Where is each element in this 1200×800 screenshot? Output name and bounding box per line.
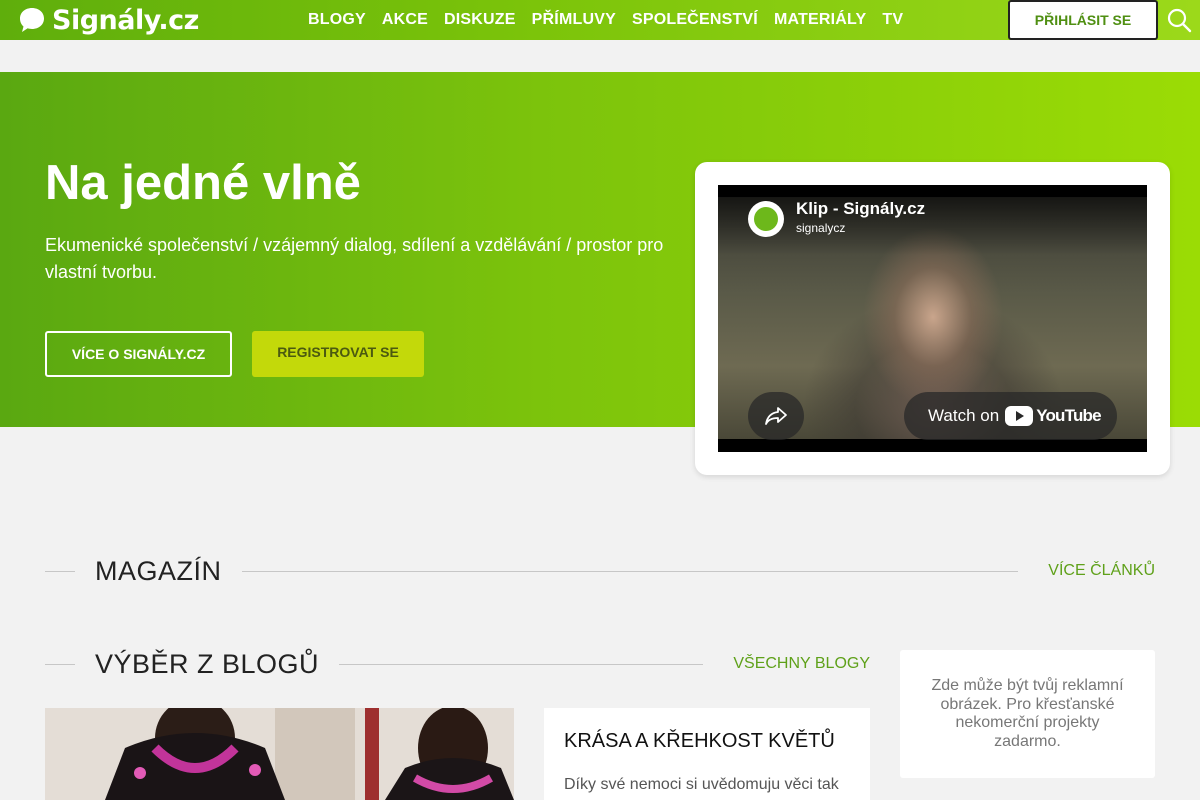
site-logo[interactable]: Signály.cz — [18, 3, 199, 37]
nav-diskuze[interactable]: DISKUZE — [436, 11, 524, 29]
top-navbar: Signály.cz BLOGY AKCE DISKUZE PŘÍMLUVY S… — [0, 0, 1200, 40]
blogs-title: VÝBĚR Z BLOGŮ — [95, 648, 320, 679]
about-button[interactable]: VÍCE O SIGNÁLY.CZ — [45, 331, 232, 377]
blog-image[interactable] — [45, 708, 514, 800]
watch-on-youtube-button[interactable]: Watch on YouTube — [904, 392, 1117, 440]
blog-card-title[interactable]: KRÁSA A KŘEHKOST KVĚTŮ — [564, 730, 835, 753]
video-channel[interactable]: signalycz — [796, 221, 845, 235]
blog-card[interactable]: KRÁSA A KŘEHKOST KVĚTŮ Díky své nemoci s… — [544, 708, 870, 800]
hero-subtitle: Ekumenické společenství / vzájemný dialo… — [45, 235, 664, 282]
ad-text: Zde může být tvůj reklamní obrázek. Pro … — [931, 677, 1124, 750]
divider — [45, 570, 75, 572]
nav-blogy[interactable]: BLOGY — [300, 11, 374, 29]
youtube-embed[interactable]: Klip - Signály.cz signalycz Watch on You… — [718, 185, 1147, 452]
all-blogs-link[interactable]: VŠECHNY BLOGY — [733, 655, 870, 673]
channel-avatar[interactable] — [748, 201, 784, 237]
nav-primluvy[interactable]: PŘÍMLUVY — [524, 11, 624, 29]
search-icon[interactable] — [1166, 7, 1192, 33]
main-nav: BLOGY AKCE DISKUZE PŘÍMLUVY SPOLEČENSTVÍ… — [300, 0, 911, 40]
divider — [339, 663, 704, 665]
ad-placeholder[interactable]: Zde může být tvůj reklamní obrázek. Pro … — [900, 650, 1155, 778]
nav-akce[interactable]: AKCE — [374, 11, 436, 29]
chat-bubble-icon — [20, 8, 44, 32]
register-button[interactable]: REGISTROVAT SE — [252, 331, 424, 377]
watch-on-label: Watch on — [928, 406, 1000, 425]
nav-materialy[interactable]: MATERIÁLY — [766, 11, 874, 29]
magazine-header: MAGAZÍN VÍCE ČLÁNKŮ — [45, 552, 1155, 590]
share-icon — [765, 407, 787, 425]
divider — [45, 663, 75, 665]
login-button[interactable]: PŘIHLÁSIT SE — [1008, 0, 1158, 40]
youtube-logo: YouTube — [1005, 406, 1102, 426]
blogs-header: VÝBĚR Z BLOGŮ VŠECHNY BLOGY — [45, 645, 870, 683]
nav-spolecenstvi[interactable]: SPOLEČENSTVÍ — [624, 11, 766, 29]
logo-text: Signály.cz — [52, 4, 199, 36]
youtube-play-icon — [1005, 406, 1034, 426]
blog-photo — [45, 708, 514, 800]
video-title[interactable]: Klip - Signály.cz — [796, 199, 925, 219]
hero-title: Na jedné vlně — [45, 156, 361, 210]
blog-card-excerpt: Díky své nemoci si uvědomuju věci tak — [564, 776, 839, 793]
magazine-title: MAGAZÍN — [95, 555, 222, 586]
divider — [241, 570, 1019, 572]
nav-tv[interactable]: TV — [874, 11, 911, 29]
share-button[interactable] — [748, 392, 804, 440]
more-articles-link[interactable]: VÍCE ČLÁNKŮ — [1048, 562, 1155, 580]
